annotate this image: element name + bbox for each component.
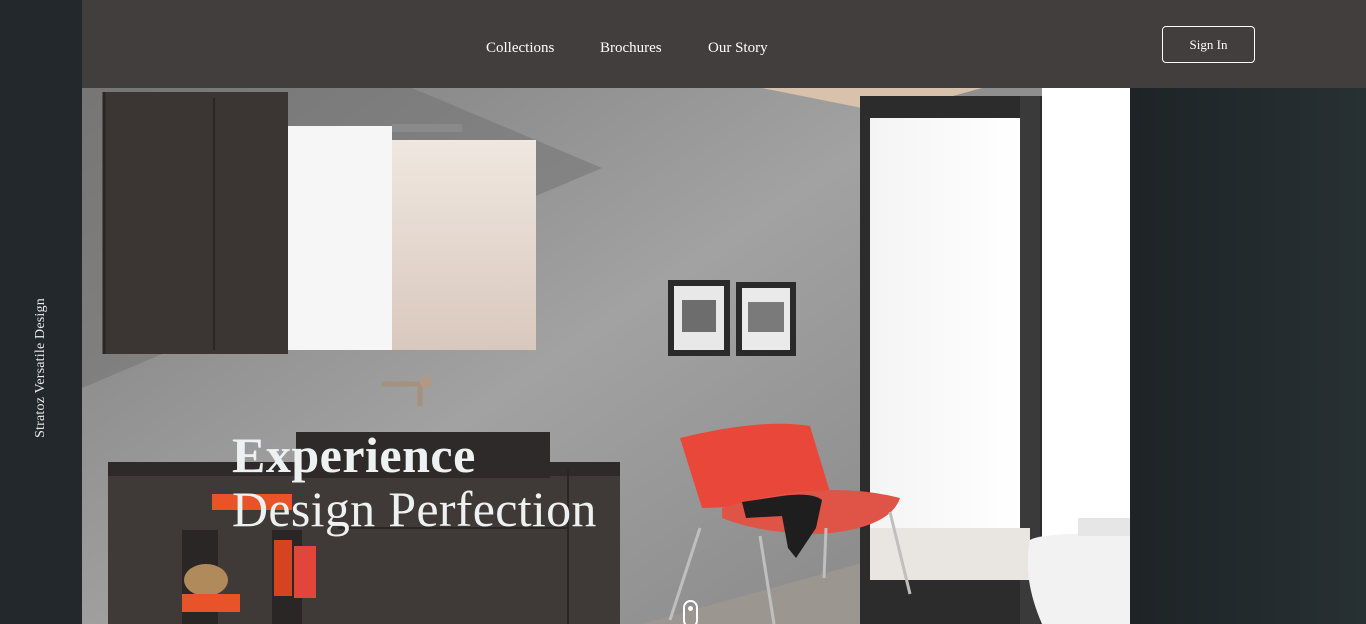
nav-link-collections[interactable]: Collections (486, 40, 554, 57)
headline-line-1: Experience (232, 427, 476, 483)
vertical-tagline: Stratoz Versatile Design (33, 298, 48, 438)
right-dark-panel (1130, 88, 1366, 624)
sign-in-button[interactable]: Sign In (1162, 26, 1255, 63)
side-rail: Stratoz Versatile Design (0, 0, 82, 624)
nav-link-our-story[interactable]: Our Story (708, 40, 768, 57)
top-navigation-bar: Collections Brochures Our Story Sign In (82, 0, 1366, 88)
hero-headline: Experience Design Perfection (232, 430, 597, 534)
scroll-dot-icon (688, 606, 693, 611)
headline-line-2: Design Perfection (232, 481, 597, 537)
hero-section: Experience Design Perfection (82, 88, 1366, 624)
main-nav: Collections Brochures Our Story Sign In (82, 0, 1366, 88)
nav-link-brochures[interactable]: Brochures (600, 40, 662, 57)
scroll-down-indicator[interactable] (683, 600, 698, 624)
